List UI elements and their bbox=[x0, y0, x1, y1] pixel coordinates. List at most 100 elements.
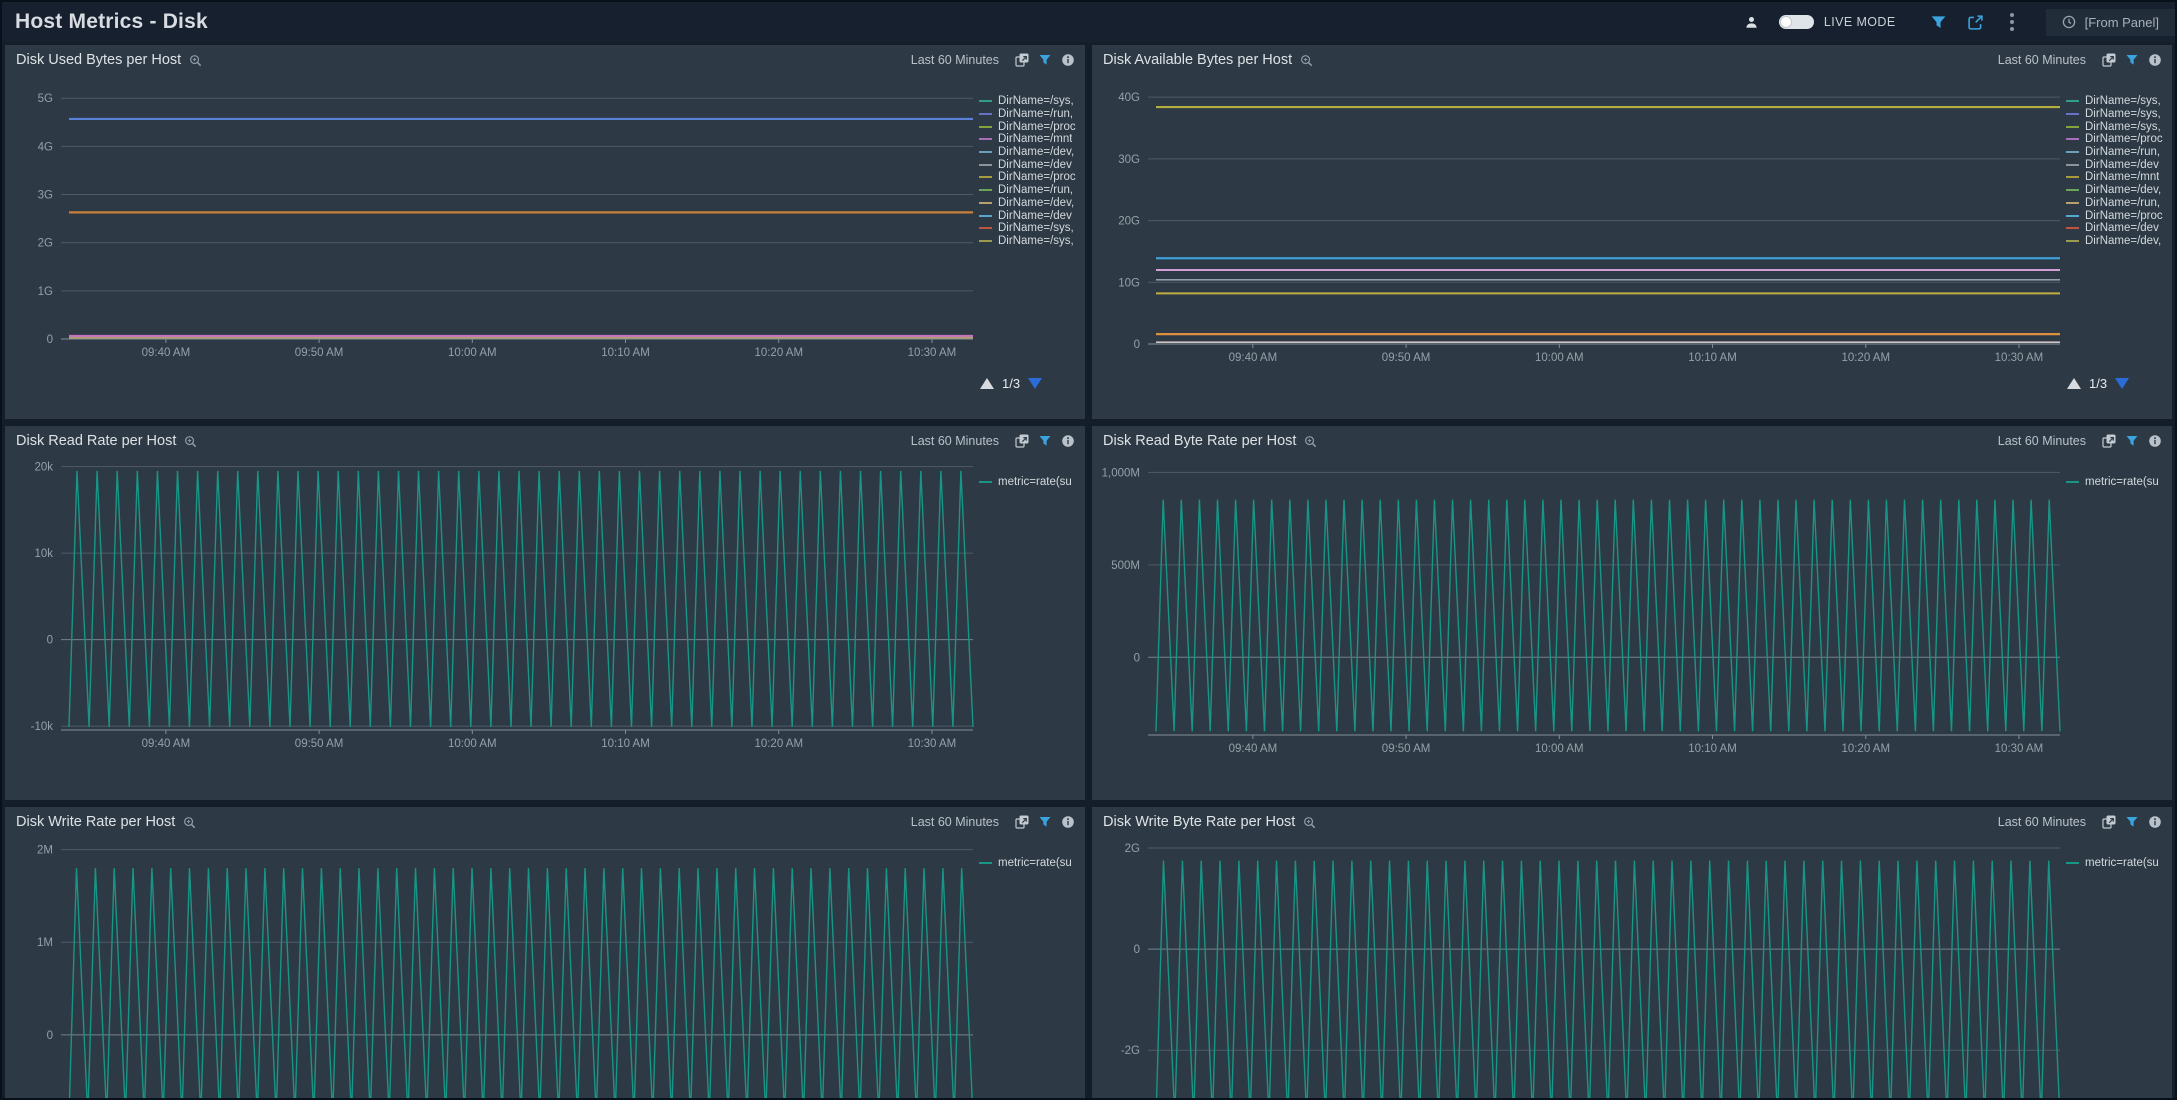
svg-text:1M: 1M bbox=[37, 937, 53, 949]
chart-legend: metric=rate(su bbox=[2066, 456, 2172, 800]
filter-icon[interactable] bbox=[1038, 434, 1052, 448]
share-icon[interactable] bbox=[1967, 14, 1984, 31]
svg-text:09:50 AM: 09:50 AM bbox=[295, 347, 344, 359]
legend-item[interactable]: DirName=/dev, bbox=[979, 197, 1083, 210]
chart-disk-available-bytes[interactable]: 010G20G30G40G09:40 AM09:50 AM10:00 AM10:… bbox=[1092, 75, 2066, 419]
clock-icon bbox=[2062, 15, 2076, 29]
legend-item[interactable]: metric=rate(su bbox=[2066, 476, 2170, 489]
legend-item[interactable]: metric=rate(su bbox=[979, 857, 1083, 870]
legend-item[interactable]: metric=rate(su bbox=[2066, 857, 2170, 870]
legend-item[interactable]: DirName=/run, bbox=[979, 184, 1083, 197]
legend-item[interactable]: DirName=/dev, bbox=[2066, 235, 2170, 248]
magnifier-icon[interactable] bbox=[183, 816, 196, 829]
svg-text:2G: 2G bbox=[38, 238, 53, 250]
legend-label: metric=rate(su bbox=[998, 857, 1072, 869]
svg-text:10:10 AM: 10:10 AM bbox=[1688, 743, 1737, 755]
magnifier-icon[interactable] bbox=[189, 54, 202, 67]
legend-swatch bbox=[2066, 189, 2079, 191]
page-up-icon[interactable] bbox=[980, 378, 994, 389]
info-icon[interactable] bbox=[2148, 53, 2162, 67]
filter-icon[interactable] bbox=[1930, 14, 1947, 31]
svg-text:0: 0 bbox=[47, 1030, 53, 1042]
legend-item[interactable]: DirName=/sys, bbox=[979, 222, 1083, 235]
chart-disk-read-byte-rate[interactable]: 0500M1,000M09:40 AM09:50 AM10:00 AM10:10… bbox=[1092, 456, 2066, 800]
legend-item[interactable]: DirName=/proc bbox=[2066, 133, 2170, 146]
panel-disk-available-bytes: Disk Available Bytes per Host Last 60 Mi… bbox=[1092, 45, 2172, 419]
legend-item[interactable]: DirName=/mnt bbox=[979, 133, 1083, 146]
legend-item[interactable]: DirName=/mnt bbox=[2066, 171, 2170, 184]
legend-label: DirName=/sys, bbox=[998, 95, 1074, 107]
legend-item[interactable]: DirName=/proc bbox=[979, 120, 1083, 133]
svg-text:10:20 AM: 10:20 AM bbox=[1841, 743, 1890, 755]
chart-disk-write-rate[interactable]: 01M2M09:40 AM09:50 AM10:00 AM10:10 AM10:… bbox=[5, 837, 979, 1100]
legend-swatch bbox=[979, 126, 992, 128]
legend-item[interactable]: DirName=/dev bbox=[979, 158, 1083, 171]
page-down-icon[interactable] bbox=[2115, 378, 2129, 389]
legend-item[interactable]: DirName=/run, bbox=[2066, 197, 2170, 210]
legend-item[interactable]: DirName=/dev bbox=[979, 209, 1083, 222]
legend-swatch bbox=[2066, 138, 2079, 140]
filter-icon[interactable] bbox=[2125, 815, 2139, 829]
open-in-new-icon[interactable] bbox=[2102, 815, 2116, 829]
magnifier-icon[interactable] bbox=[1300, 54, 1313, 67]
legend-item[interactable]: DirName=/sys, bbox=[2066, 108, 2170, 121]
chart-legend: metric=rate(su bbox=[979, 456, 1085, 800]
legend-item[interactable]: DirName=/sys, bbox=[2066, 120, 2170, 133]
info-icon[interactable] bbox=[1061, 434, 1075, 448]
more-menu-icon[interactable] bbox=[2004, 11, 2020, 33]
filter-icon[interactable] bbox=[2125, 53, 2139, 67]
filter-icon[interactable] bbox=[2125, 434, 2139, 448]
svg-text:10:10 AM: 10:10 AM bbox=[601, 738, 650, 750]
legend-label: DirName=/run, bbox=[2085, 197, 2160, 209]
page-up-icon[interactable] bbox=[2067, 378, 2081, 389]
chart-disk-used-bytes[interactable]: 01G2G3G4G5G09:40 AM09:50 AM10:00 AM10:10… bbox=[5, 75, 979, 419]
legend-label: DirName=/proc bbox=[998, 171, 1076, 183]
legend-pagination: 1/3 bbox=[979, 376, 1083, 391]
magnifier-icon[interactable] bbox=[1303, 816, 1316, 829]
legend-label: DirName=/mnt bbox=[2085, 171, 2159, 183]
legend-swatch bbox=[979, 100, 992, 102]
magnifier-icon[interactable] bbox=[184, 435, 197, 448]
legend-item[interactable]: DirName=/sys, bbox=[2066, 95, 2170, 108]
user-icon[interactable] bbox=[1744, 15, 1759, 30]
open-in-new-icon[interactable] bbox=[2102, 434, 2116, 448]
legend-item[interactable]: DirName=/dev, bbox=[2066, 184, 2170, 197]
legend-label: DirName=/dev, bbox=[998, 146, 1074, 158]
open-in-new-icon[interactable] bbox=[1015, 815, 1029, 829]
legend-item[interactable]: DirName=/dev bbox=[2066, 222, 2170, 235]
open-in-new-icon[interactable] bbox=[1015, 434, 1029, 448]
panel-time-range: Last 60 Minutes bbox=[911, 815, 999, 829]
open-in-new-icon[interactable] bbox=[2102, 53, 2116, 67]
magnifier-icon[interactable] bbox=[1304, 435, 1317, 448]
legend-item[interactable]: DirName=/dev, bbox=[979, 146, 1083, 159]
filter-icon[interactable] bbox=[1038, 53, 1052, 67]
page-down-icon[interactable] bbox=[1028, 378, 1042, 389]
legend-item[interactable]: DirName=/sys, bbox=[979, 235, 1083, 248]
svg-text:10:30 AM: 10:30 AM bbox=[908, 738, 957, 750]
legend-item[interactable]: DirName=/dev bbox=[2066, 158, 2170, 171]
svg-text:10G: 10G bbox=[1118, 277, 1140, 289]
legend-item[interactable]: DirName=/run, bbox=[979, 108, 1083, 121]
filter-icon[interactable] bbox=[1038, 815, 1052, 829]
svg-text:10:00 AM: 10:00 AM bbox=[1535, 352, 1584, 364]
legend-item[interactable]: DirName=/proc bbox=[979, 171, 1083, 184]
legend-swatch bbox=[979, 202, 992, 204]
chart-disk-read-rate[interactable]: -10k010k20k09:40 AM09:50 AM10:00 AM10:10… bbox=[5, 456, 979, 800]
info-icon[interactable] bbox=[2148, 434, 2162, 448]
legend-swatch bbox=[979, 176, 992, 178]
legend-label: DirName=/dev, bbox=[998, 197, 1074, 209]
info-icon[interactable] bbox=[2148, 815, 2162, 829]
info-icon[interactable] bbox=[1061, 815, 1075, 829]
live-mode-toggle[interactable] bbox=[1779, 15, 1814, 29]
chart-disk-write-byte-rate[interactable]: -2G02G09:40 AM09:50 AM10:00 AM10:10 AM10… bbox=[1092, 837, 2066, 1100]
legend-item[interactable]: DirName=/proc bbox=[2066, 209, 2170, 222]
info-icon[interactable] bbox=[1061, 53, 1075, 67]
time-range-selector[interactable]: [From Panel] bbox=[2046, 9, 2175, 36]
header-controls: LIVE MODE [From Panel] bbox=[1744, 9, 2175, 36]
open-in-new-icon[interactable] bbox=[1015, 53, 1029, 67]
legend-item[interactable]: DirName=/run, bbox=[2066, 146, 2170, 159]
legend-item[interactable]: DirName=/sys, bbox=[979, 95, 1083, 108]
legend-item[interactable]: metric=rate(su bbox=[979, 476, 1083, 489]
panel-header: Disk Read Rate per Host Last 60 Minutes bbox=[5, 426, 1085, 456]
app-header: Host Metrics - Disk LIVE MODE [From Pane… bbox=[2, 2, 2175, 42]
